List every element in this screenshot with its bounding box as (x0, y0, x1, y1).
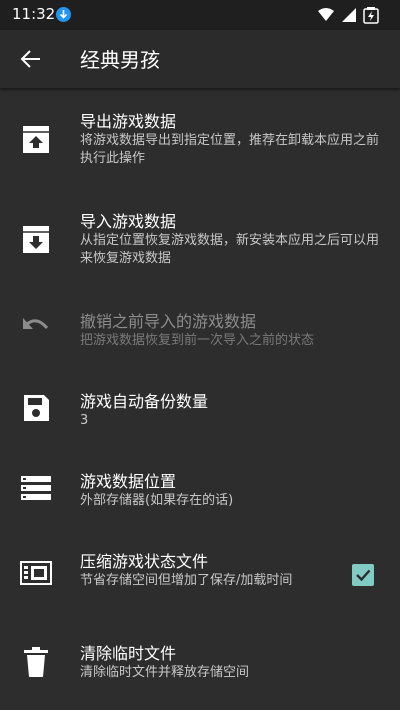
signal-icon (342, 8, 356, 22)
page-title: 经典男孩 (80, 48, 160, 72)
wifi-icon (318, 8, 334, 21)
item-title: 游戏数据位置 (80, 472, 177, 491)
item-subtitle: 外部存储器(如果存在的话) (80, 493, 234, 508)
checkmark-icon (356, 569, 371, 582)
item-title: 导入游戏数据 (80, 212, 177, 231)
item-title: 清除临时文件 (80, 644, 177, 663)
item-subtitle: 清除临时文件并释放存储空间 (80, 665, 250, 680)
sd-card-compress-icon (18, 554, 54, 590)
item-title: 导出游戏数据 (80, 112, 177, 131)
list-item-backup-count[interactable]: 游戏自动备份数量 3 (0, 368, 400, 448)
battery-icon (363, 7, 379, 24)
save-icon (18, 390, 54, 426)
item-subtitle: 把游戏数据恢复到前一次导入之前的状态 (80, 333, 315, 348)
app-toolbar: 经典男孩 (0, 30, 400, 88)
item-title: 压缩游戏状态文件 (80, 552, 209, 571)
trash-icon (18, 644, 54, 680)
item-subtitle: 将游戏数据导出到指定位置，推荐在卸载本应用之前执行此操作 (80, 133, 380, 166)
list-item-undo-import: 撤销之前导入的游戏数据 把游戏数据恢复到前一次导入之前的状态 (0, 288, 400, 368)
list-item-data-location[interactable]: 游戏数据位置 外部存储器(如果存在的话) (0, 448, 400, 528)
undo-icon (18, 310, 54, 346)
arrow-back-icon[interactable] (18, 46, 44, 72)
item-title: 游戏自动备份数量 (80, 392, 209, 411)
archive-upload-icon (18, 122, 54, 158)
item-subtitle: 从指定位置恢复游戏数据，新安装本应用之后可以用来恢复游戏数据 (80, 233, 380, 266)
storage-list-icon (18, 470, 54, 506)
item-value: 3 (80, 413, 89, 428)
archive-download-icon (18, 222, 54, 258)
list-item-export[interactable]: 导出游戏数据 将游戏数据导出到指定位置，推荐在卸载本应用之前执行此操作 (0, 88, 400, 188)
list-item-clear-temp[interactable]: 清除临时文件 清除临时文件并释放存储空间 (0, 624, 400, 704)
status-bar: 11:32 (0, 0, 400, 30)
status-icons (316, 6, 388, 24)
compress-checkbox[interactable] (352, 564, 374, 586)
settings-list: 导出游戏数据 将游戏数据导出到指定位置，推荐在卸载本应用之前执行此操作 导入游戏… (0, 88, 400, 704)
status-time: 11:32 (12, 5, 56, 23)
item-title: 撤销之前导入的游戏数据 (80, 312, 257, 331)
download-arrow-icon (56, 7, 71, 22)
item-subtitle: 节省存储空间但增加了保存/加载时间 (80, 573, 293, 588)
list-item-import[interactable]: 导入游戏数据 从指定位置恢复游戏数据，新安装本应用之后可以用来恢复游戏数据 (0, 188, 400, 288)
list-item-compress-state[interactable]: 压缩游戏状态文件 节省存储空间但增加了保存/加载时间 (0, 528, 400, 624)
